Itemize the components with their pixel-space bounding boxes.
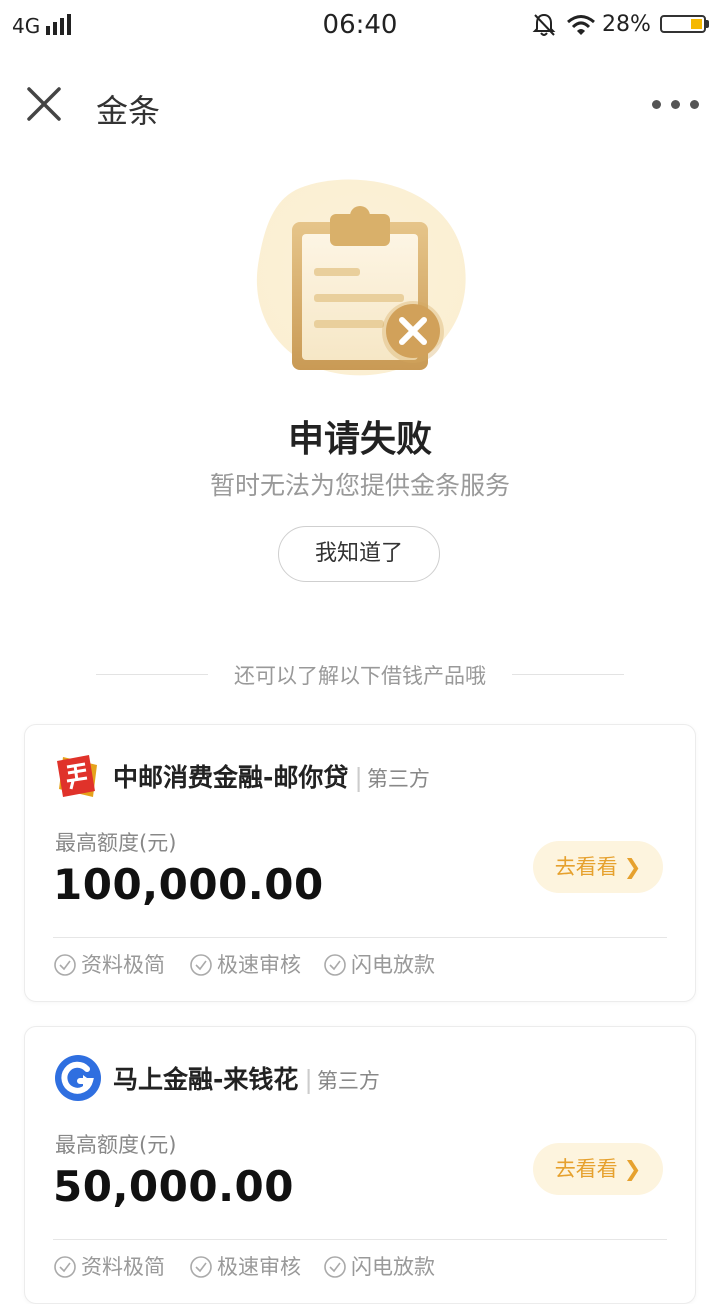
name-separator: | [354, 763, 363, 792]
china-post-logo [57, 755, 97, 797]
max-amount: 50,000.00 [53, 1162, 294, 1211]
result-title: 申请失败 [287, 419, 432, 460]
feature-label: 资料极简 [81, 953, 165, 977]
battery-tip [706, 20, 709, 28]
name-separator: | [304, 1065, 313, 1094]
battery-percent: 28% [602, 12, 651, 37]
product-card[interactable]: 马上金融-来钱花 | 第三方 最高额度(元) 50,000.00 去看看 ❯ 资料极简… [24, 1026, 696, 1304]
status-bar: 4G 06:40 28% [0, 0, 720, 52]
max-amount: 100,000.00 [53, 860, 324, 909]
check-circle-icon [190, 954, 212, 976]
mashang-logo [55, 1055, 101, 1101]
third-party-tag: 第三方 [366, 767, 430, 791]
chevron-right-icon: ❯ [623, 855, 642, 879]
feature-label: 闪电放款 [351, 953, 435, 977]
view-button[interactable]: 去看看 ❯ [533, 1143, 663, 1195]
check-circle-icon [324, 1256, 346, 1278]
feature-label: 极速审核 [217, 1255, 301, 1279]
check-circle-icon [190, 1256, 212, 1278]
third-party-tag: 第三方 [316, 1069, 380, 1093]
feature-item: 资料极简 [53, 949, 165, 979]
card-divider [53, 1239, 667, 1240]
divider-text: 还可以了解以下借钱产品哦 [234, 664, 486, 688]
more-icon[interactable] [652, 100, 700, 110]
view-button[interactable]: 去看看 ❯ [533, 841, 663, 893]
max-amount-label: 最高额度(元) [55, 831, 177, 855]
check-circle-icon [324, 954, 346, 976]
view-button-label: 去看看 [554, 855, 618, 879]
card-divider [53, 937, 667, 938]
feature-label: 资料极简 [81, 1255, 165, 1279]
check-circle-icon [54, 954, 76, 976]
result-subtitle: 暂时无法为您提供金条服务 [209, 471, 510, 500]
max-amount-label: 最高额度(元) [55, 1133, 177, 1157]
acknowledge-button[interactable]: 我知道了 [278, 526, 440, 582]
page-title: 金条 [96, 92, 161, 130]
feature-item: 资料极简 [53, 1251, 165, 1281]
view-button-label: 去看看 [554, 1157, 618, 1181]
product-name: 中邮消费金融-邮你贷 | 第三方 [113, 758, 430, 794]
product-name: 马上金融-来钱花 | 第三方 [113, 1060, 380, 1096]
clipboard-fail-icon [256, 179, 466, 376]
chevron-right-icon: ❯ [623, 1157, 642, 1181]
check-circle-icon [54, 1256, 76, 1278]
feature-item: 极速审核 [189, 949, 301, 979]
wifi-icon [567, 15, 595, 35]
feature-label: 闪电放款 [351, 1255, 435, 1279]
bell-off-icon [532, 13, 556, 36]
product-title: 中邮消费金融-邮你贷 [113, 763, 349, 792]
feature-label: 极速审核 [217, 953, 301, 977]
battery-level [691, 19, 702, 29]
battery-icon [660, 15, 706, 33]
feature-item: 闪电放款 [323, 1251, 435, 1281]
feature-item: 闪电放款 [323, 949, 435, 979]
feature-item: 极速审核 [189, 1251, 301, 1281]
product-card[interactable]: 中邮消费金融-邮你贷 | 第三方 最高额度(元) 100,000.00 去看看 ❯ 资… [24, 724, 696, 1002]
product-title: 马上金融-来钱花 [113, 1065, 299, 1094]
close-icon[interactable] [26, 86, 62, 122]
